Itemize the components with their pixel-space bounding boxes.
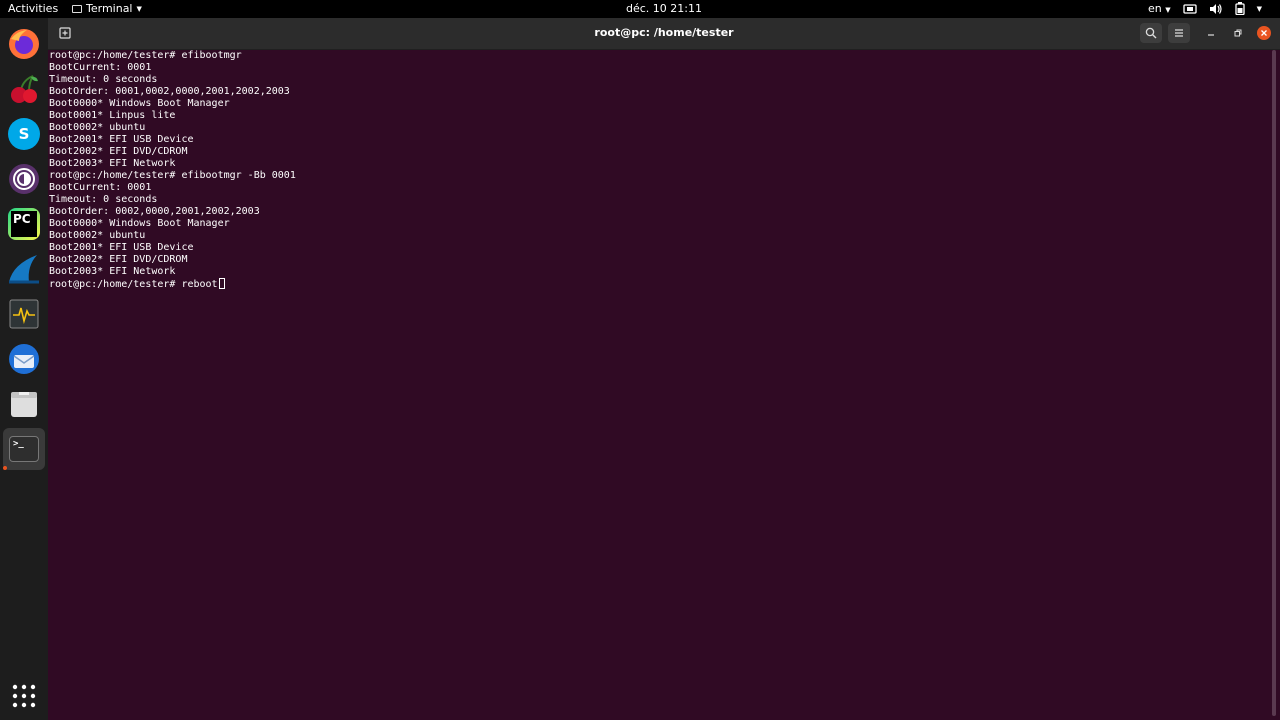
thunderbird-icon xyxy=(9,344,39,374)
skype-icon: S xyxy=(8,118,40,150)
terminal-line: Boot2001* EFI USB Device xyxy=(49,242,194,253)
tor-icon xyxy=(9,164,39,194)
terminal-line: BootOrder: 0002,0000,2001,2002,2003 xyxy=(49,206,260,217)
terminal-line: Boot0000* Windows Boot Manager xyxy=(49,218,230,229)
language-indicator[interactable]: en ▼ xyxy=(1148,2,1171,15)
dock: S PC >_ xyxy=(0,18,48,720)
terminal-cursor xyxy=(218,278,225,289)
dock-item-cherrytree[interactable] xyxy=(3,68,45,110)
battery-icon[interactable] xyxy=(1234,2,1245,15)
terminal-line: BootCurrent: 0001 xyxy=(49,182,152,193)
minimize-button[interactable] xyxy=(1200,23,1222,43)
restore-icon xyxy=(1234,29,1242,37)
pycharm-icon: PC xyxy=(8,208,40,240)
dock-item-wireshark[interactable] xyxy=(3,248,45,290)
menu-button[interactable] xyxy=(1168,23,1190,43)
pycharm-glyph: PC xyxy=(11,211,37,237)
terminal-line: Timeout: 0 seconds xyxy=(49,74,158,85)
terminal-line: Boot2002* EFI DVD/CDROM xyxy=(49,146,188,157)
folder-icon xyxy=(11,392,37,417)
terminal-line: root@pc:/home/tester# efibootmgr xyxy=(49,50,242,61)
dock-item-terminal[interactable]: >_ xyxy=(3,428,45,470)
wireshark-icon xyxy=(9,255,39,284)
show-applications-button[interactable] xyxy=(3,675,45,717)
firefox-icon xyxy=(9,29,39,59)
terminal-current-command: root@pc:/home/tester# reboot xyxy=(49,279,218,290)
close-button[interactable] xyxy=(1257,26,1271,40)
running-indicator xyxy=(3,466,7,470)
dock-item-firefox[interactable] xyxy=(3,23,45,65)
hamburger-icon xyxy=(1175,29,1183,37)
cherry-icon xyxy=(11,75,38,103)
dock-item-skype[interactable]: S xyxy=(3,113,45,155)
terminal-line: BootOrder: 0001,0002,0000,2001,2002,2003 xyxy=(49,86,290,97)
grid-icon xyxy=(12,684,36,708)
restore-button[interactable] xyxy=(1227,23,1249,43)
dock-item-thunderbird[interactable] xyxy=(3,338,45,380)
terminal-line: Boot0002* ubuntu xyxy=(49,122,146,133)
network-icon[interactable] xyxy=(1182,3,1197,15)
terminal-icon: >_ xyxy=(9,436,39,462)
search-button[interactable] xyxy=(1140,23,1162,43)
terminal-line: root@pc:/home/tester# efibootmgr -Bb 000… xyxy=(49,170,296,181)
dock-item-pycharm[interactable]: PC xyxy=(3,203,45,245)
terminal-line: Boot2003* EFI Network xyxy=(49,266,176,277)
volume-icon[interactable] xyxy=(1209,3,1223,15)
dock-item-system-monitor[interactable] xyxy=(3,293,45,335)
top-bar: Activities Terminal ▼ déc. 10 21:11 en ▼… xyxy=(0,0,1280,18)
window-title: root@pc: /home/tester xyxy=(594,26,734,39)
system-tray: en ▼ ▼ xyxy=(1148,2,1262,15)
scrollbar[interactable] xyxy=(1272,50,1276,716)
language-label: en xyxy=(1147,2,1162,15)
terminal-output[interactable]: root@pc:/home/tester# efibootmgr BootCurr… xyxy=(49,50,1229,710)
terminal-line: Boot2002* EFI DVD/CDROM xyxy=(49,254,188,265)
dock-item-files[interactable] xyxy=(3,383,45,425)
search-icon xyxy=(1145,27,1157,39)
terminal-line: Boot2003* EFI Network xyxy=(49,158,176,169)
minimize-icon xyxy=(1208,34,1214,36)
close-icon xyxy=(1261,30,1267,36)
terminal-window: root@pc: /home/tester root@pc:/home/test… xyxy=(48,18,1280,720)
terminal-line: Boot0001* Linpus lite xyxy=(49,110,176,121)
clock[interactable]: déc. 10 21:11 xyxy=(0,2,1280,15)
terminal-line: BootCurrent: 0001 xyxy=(49,62,152,73)
terminal-line: Boot2001* EFI USB Device xyxy=(49,134,194,145)
chevron-down-icon: ▼ xyxy=(1165,6,1171,14)
chevron-down-icon[interactable]: ▼ xyxy=(1257,5,1262,13)
system-monitor-icon xyxy=(9,299,39,329)
header-bar: root@pc: /home/tester xyxy=(48,18,1280,50)
terminal-line: Timeout: 0 seconds xyxy=(49,194,158,205)
dock-item-tor-browser[interactable] xyxy=(3,158,45,200)
terminal-prompt-line: root@pc:/home/tester# reboot xyxy=(49,278,1229,290)
terminal-line: Boot0000* Windows Boot Manager xyxy=(49,98,230,109)
terminal-line: Boot0002* ubuntu xyxy=(49,230,146,241)
